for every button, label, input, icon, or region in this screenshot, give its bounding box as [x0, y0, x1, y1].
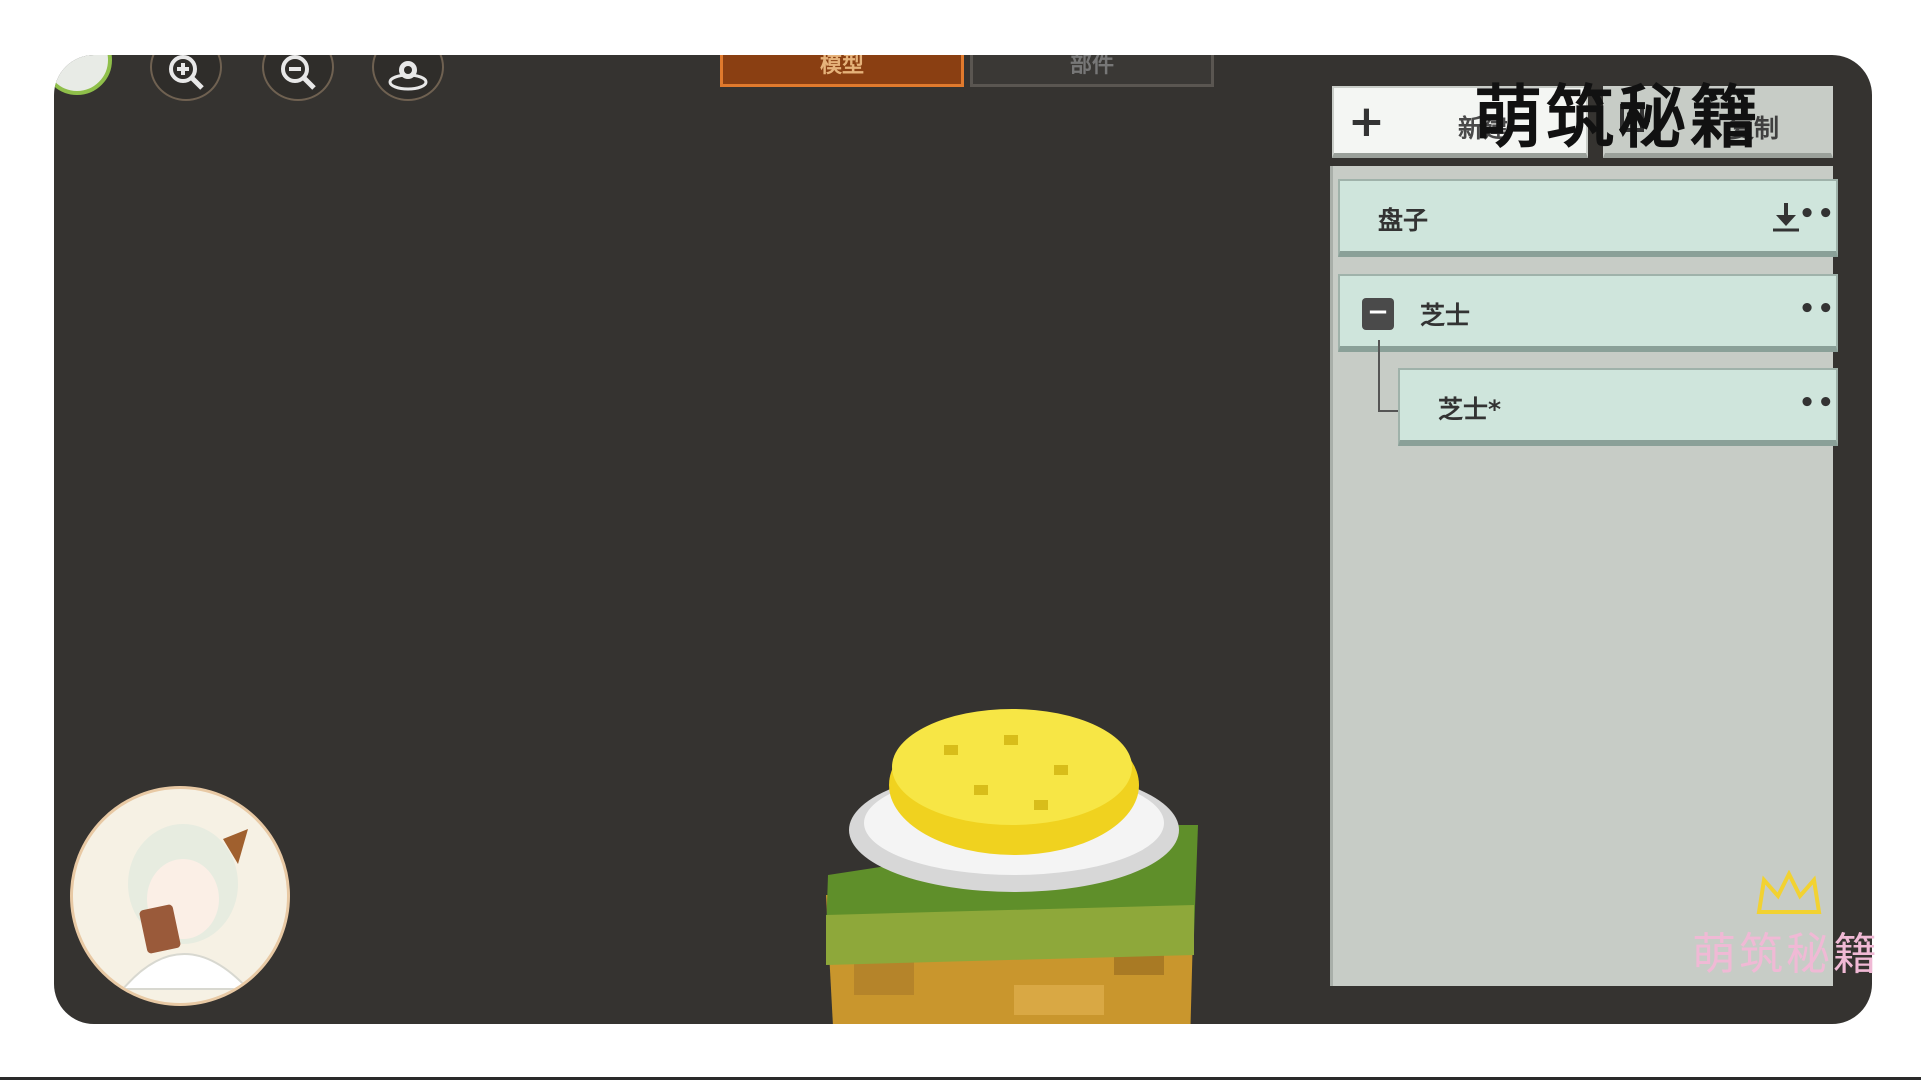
collapse-icon[interactable]: − [1362, 298, 1394, 330]
avatar [70, 786, 290, 1006]
watermark-top: 萌筑秘籍 [1474, 79, 1763, 158]
download-icon[interactable] [1770, 201, 1802, 239]
more-options-icon[interactable]: •• [1799, 388, 1836, 418]
voxel-model-preview[interactable] [814, 705, 1214, 1024]
tab-parts[interactable]: 部件 [970, 55, 1214, 87]
more-options-icon[interactable]: •• [1799, 199, 1836, 229]
more-options-icon[interactable]: •• [1799, 294, 1836, 324]
camera-reset-button[interactable] [372, 55, 444, 101]
anime-girl-avatar-icon [120, 824, 251, 990]
zoom-out-icon [281, 55, 316, 90]
tree-connector [1378, 410, 1398, 412]
zoom-in-icon [169, 55, 204, 90]
watermark-bottom: 萌筑秘籍 [1692, 929, 1880, 980]
zoom-out-button[interactable] [262, 55, 334, 101]
part-item-cheese-child[interactable]: 芝士* •• [1398, 368, 1838, 446]
part-item-cheese[interactable]: − 芝士 •• [1338, 274, 1838, 352]
crown-icon [1756, 870, 1822, 914]
tree-connector [1378, 340, 1380, 412]
part-item-plate[interactable]: 盘子 •• [1338, 179, 1838, 257]
camera-reset-icon [388, 61, 428, 91]
tab-model[interactable]: 模型 [720, 55, 964, 87]
zoom-in-button[interactable] [150, 55, 222, 101]
plus-icon: + [1348, 96, 1385, 147]
back-button[interactable] [54, 55, 112, 95]
